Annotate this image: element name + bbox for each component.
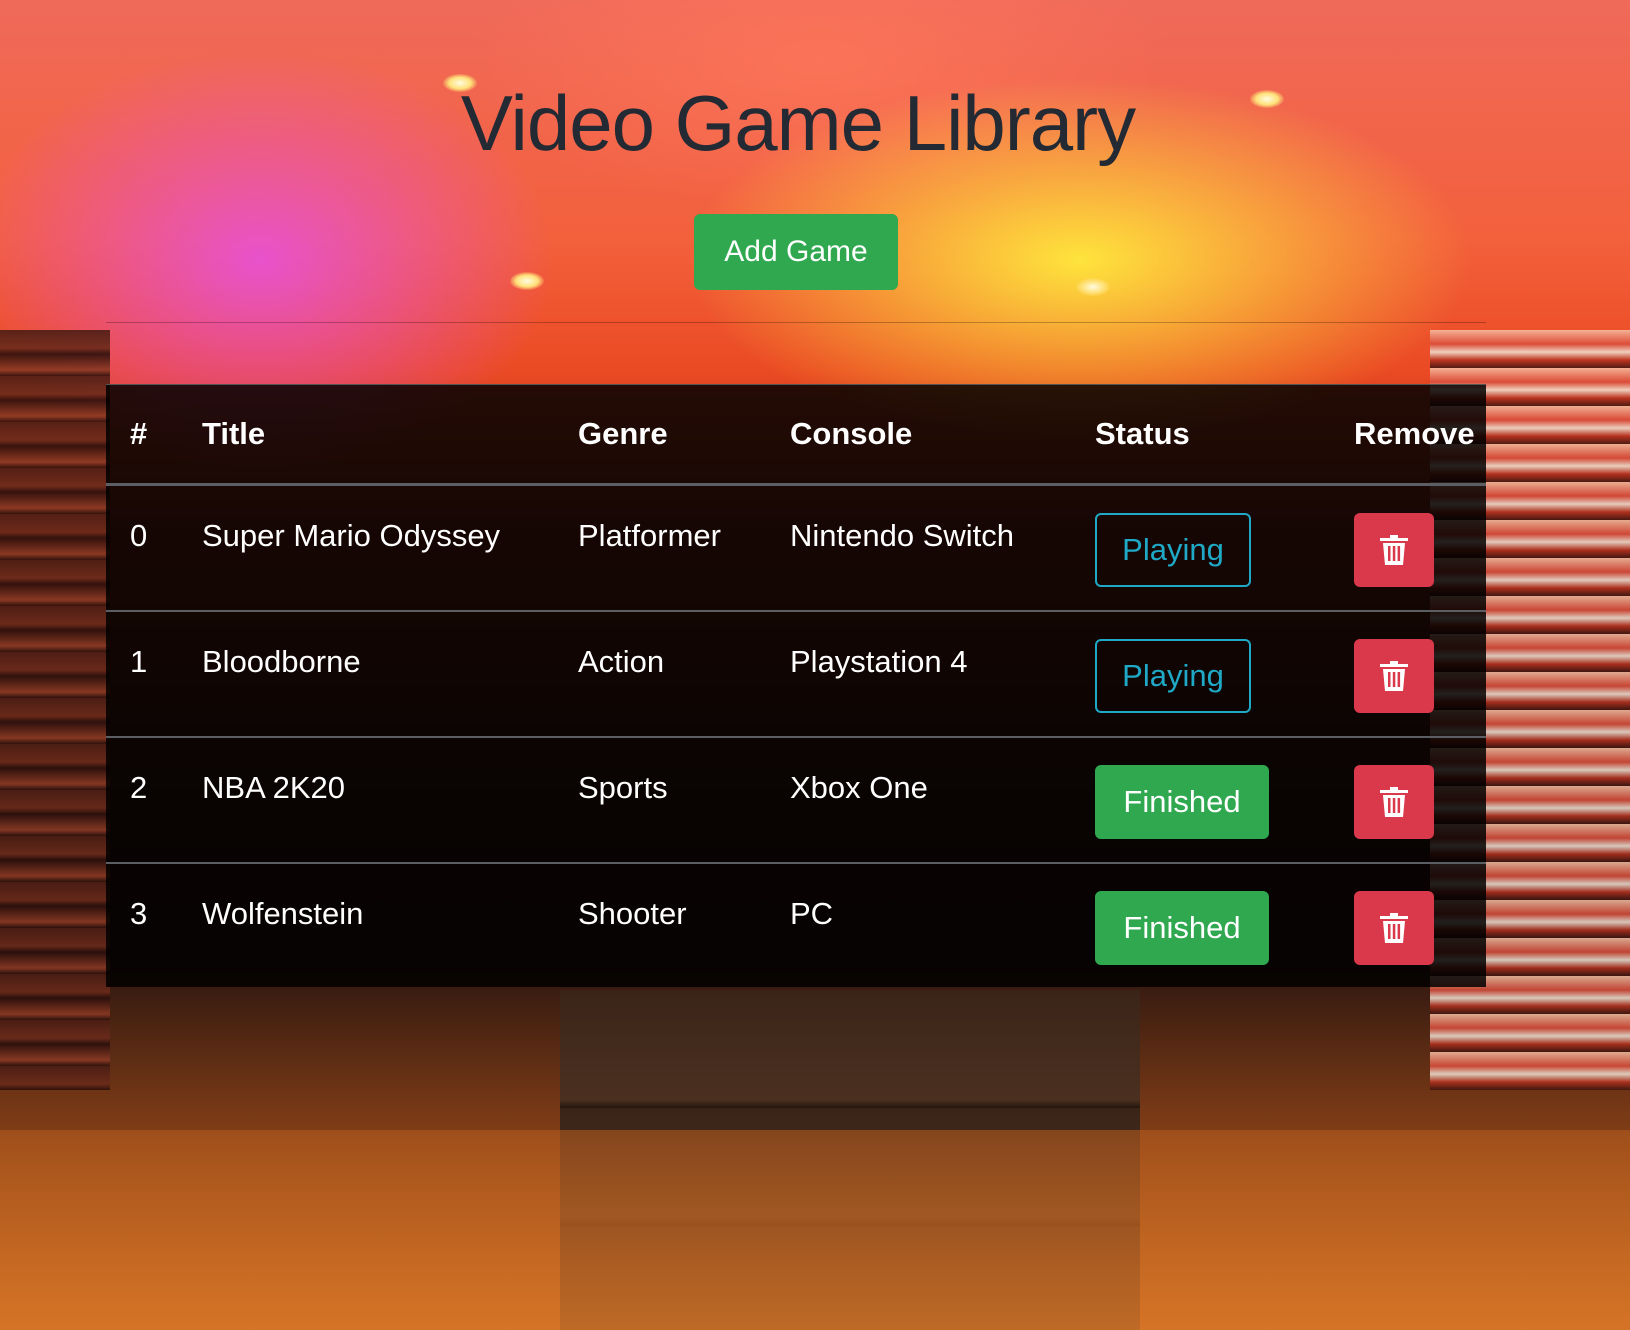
game-title: NBA 2K20 xyxy=(202,770,346,805)
header-title: Title xyxy=(202,385,578,486)
game-console: Xbox One xyxy=(790,770,928,805)
title-cell: NBA 2K20 xyxy=(202,736,578,863)
status-finished-button[interactable]: Finished xyxy=(1095,765,1269,839)
trash-icon xyxy=(1380,535,1408,565)
game-genre: Shooter xyxy=(578,896,687,931)
table-row: 2 NBA 2K20 Sports Xbox One Finished xyxy=(106,736,1486,863)
trash-icon xyxy=(1380,913,1408,943)
remove-cell xyxy=(1330,736,1486,863)
row-number: 3 xyxy=(130,896,148,931)
row-number: 2 xyxy=(130,770,148,805)
row-number-cell: 1 xyxy=(106,610,202,737)
row-number: 1 xyxy=(130,644,148,679)
table-row: 1 Bloodborne Action Playstation 4 Playin… xyxy=(106,610,1486,737)
page-title: Video Game Library xyxy=(460,79,1136,167)
row-number-cell: 2 xyxy=(106,736,202,863)
genre-cell: Shooter xyxy=(578,862,790,988)
game-genre: Sports xyxy=(578,770,668,805)
game-console: PC xyxy=(790,896,834,931)
console-cell: PC xyxy=(790,862,1095,988)
remove-button[interactable] xyxy=(1354,513,1434,587)
status-playing-button[interactable]: Playing xyxy=(1095,639,1251,713)
trash-icon xyxy=(1380,787,1408,817)
header-status: Status xyxy=(1095,385,1330,486)
header-number: # xyxy=(106,385,202,486)
game-title: Bloodborne xyxy=(202,644,361,679)
remove-cell xyxy=(1330,610,1486,737)
game-genre: Action xyxy=(578,644,665,679)
row-number-cell: 0 xyxy=(106,485,202,612)
table-row: 0 Super Mario Odyssey Platformer Nintend… xyxy=(106,485,1486,612)
table-row: 3 Wolfenstein Shooter PC Finished xyxy=(106,862,1486,988)
trash-icon xyxy=(1380,661,1408,691)
games-table-container: # Title Genre Console Status Remove 0 Su… xyxy=(106,384,1486,988)
status-cell: Finished xyxy=(1095,736,1330,863)
remove-button[interactable] xyxy=(1354,765,1434,839)
console-cell: Playstation 4 xyxy=(790,610,1095,737)
remove-cell xyxy=(1330,862,1486,988)
remove-button[interactable] xyxy=(1354,891,1434,965)
genre-cell: Sports xyxy=(578,736,790,863)
game-genre: Platformer xyxy=(578,518,721,553)
game-console: Playstation 4 xyxy=(790,644,968,679)
header-genre: Genre xyxy=(578,385,790,486)
games-table: # Title Genre Console Status Remove 0 Su… xyxy=(106,385,1486,988)
row-number: 0 xyxy=(130,518,148,553)
status-finished-button[interactable]: Finished xyxy=(1095,891,1269,965)
status-playing-button[interactable]: Playing xyxy=(1095,513,1251,587)
status-cell: Playing xyxy=(1095,485,1330,612)
genre-cell: Platformer xyxy=(578,485,790,612)
status-cell: Playing xyxy=(1095,610,1330,737)
row-number-cell: 3 xyxy=(106,862,202,988)
console-cell: Xbox One xyxy=(790,736,1095,863)
title-cell: Bloodborne xyxy=(202,610,578,737)
console-cell: Nintendo Switch xyxy=(790,485,1095,612)
title-cell: Wolfenstein xyxy=(202,862,578,988)
game-console: Nintendo Switch xyxy=(790,518,1015,553)
header-remove: Remove xyxy=(1330,385,1486,486)
genre-cell: Action xyxy=(578,610,790,737)
title-cell: Super Mario Odyssey xyxy=(202,485,578,612)
divider xyxy=(106,322,1486,323)
remove-cell xyxy=(1330,485,1486,612)
page: Video Game Library Add Game # Title Genr… xyxy=(0,0,1630,1330)
table-header-row: # Title Genre Console Status Remove xyxy=(106,385,1486,486)
add-game-button[interactable]: Add Game xyxy=(694,214,898,290)
game-title: Wolfenstein xyxy=(202,896,364,931)
game-title: Super Mario Odyssey xyxy=(202,518,501,553)
remove-button[interactable] xyxy=(1354,639,1434,713)
status-cell: Finished xyxy=(1095,862,1330,988)
header-console: Console xyxy=(790,385,1095,486)
